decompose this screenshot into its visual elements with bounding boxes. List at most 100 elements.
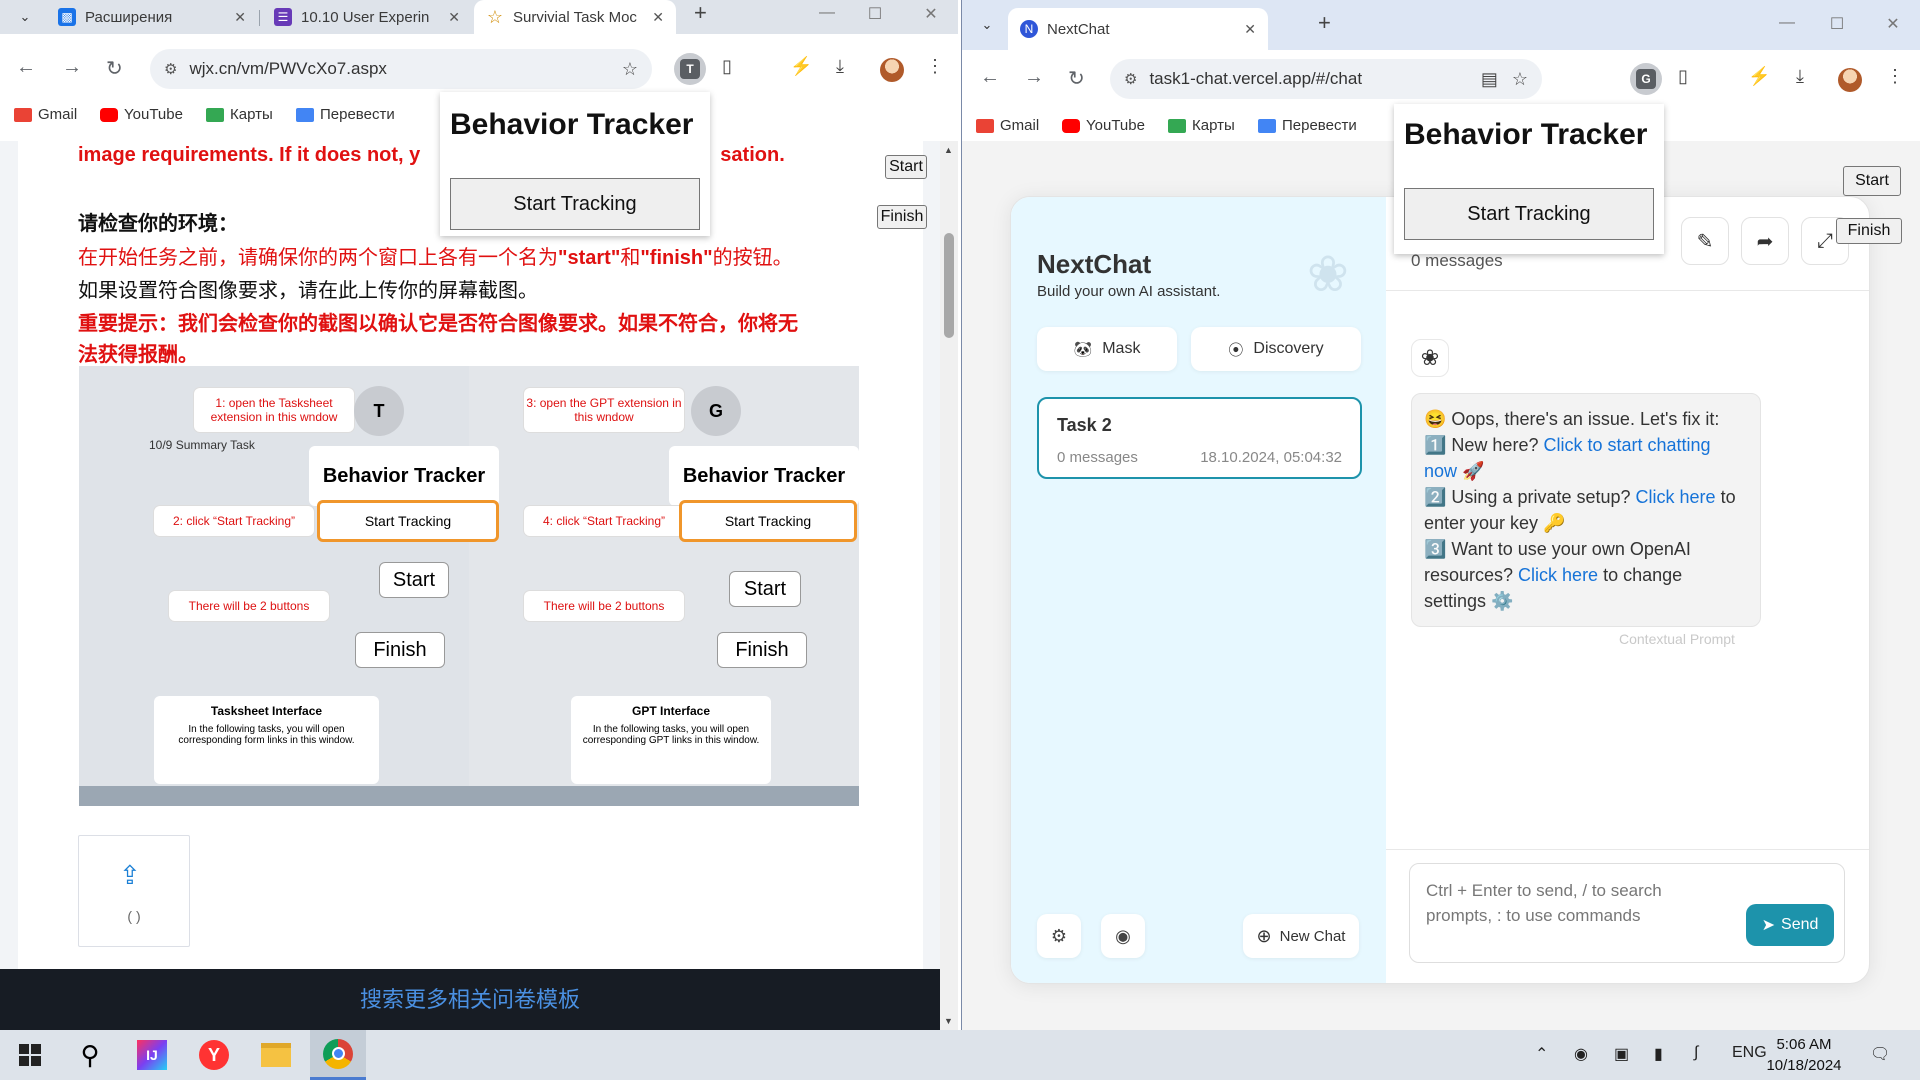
download-icon[interactable]: ⤓ xyxy=(836,56,844,77)
scroll-up-icon[interactable]: ▲ xyxy=(944,145,953,155)
start-button[interactable]: Start xyxy=(885,155,927,179)
footer-search-templates[interactable]: 搜索更多相关问卷模板 xyxy=(0,969,940,1030)
upload-box[interactable]: ⇪ ( ) xyxy=(78,835,190,947)
minimize-button[interactable]: — xyxy=(1762,14,1812,32)
download-icon[interactable]: ⤓ xyxy=(1796,66,1804,87)
example-bt-title-right: Behavior Tracker xyxy=(669,446,859,506)
yandex-browser-icon[interactable]: Y xyxy=(186,1030,242,1080)
wifi-icon[interactable]: ∫ xyxy=(1694,1044,1698,1062)
address-bar[interactable]: ⚙ wjx.cn/vm/PWVcXo7.aspx ☆ xyxy=(150,49,652,89)
site-settings-icon[interactable]: ⚙ xyxy=(1124,70,1137,88)
jetbrains-icon[interactable]: IJ xyxy=(124,1030,180,1080)
close-tab-icon[interactable]: ✕ xyxy=(448,9,460,26)
example-gpt-title: GPT Interface xyxy=(631,704,711,718)
extensions-puzzle-icon[interactable]: ▯ xyxy=(1678,66,1688,87)
start-menu-icon[interactable] xyxy=(2,1030,58,1080)
site-settings-icon[interactable]: ⚙ xyxy=(164,60,177,78)
chat-input[interactable]: Ctrl + Enter to send, / to search prompt… xyxy=(1409,863,1845,963)
profile-avatar[interactable] xyxy=(880,58,904,82)
reload-icon[interactable]: ↻ xyxy=(106,56,123,81)
bookmark-maps[interactable]: Карты xyxy=(206,106,273,123)
bookmark-youtube[interactable]: YouTube xyxy=(1062,117,1145,134)
performance-icon[interactable]: ⚡ xyxy=(790,56,812,77)
battery-icon[interactable]: ▮ xyxy=(1654,1044,1663,1064)
extension-tasksheet-button[interactable]: T xyxy=(674,53,706,85)
chrome-icon[interactable] xyxy=(310,1030,366,1080)
new-tab-button[interactable]: + xyxy=(1318,10,1331,36)
tab-survival-task[interactable]: ☆ Survivial Task Moc ✕ xyxy=(474,0,676,34)
back-icon[interactable]: ← xyxy=(980,66,1000,89)
change-settings-link[interactable]: Click here xyxy=(1518,565,1598,585)
bookmark-youtube[interactable]: YouTube xyxy=(100,106,183,123)
enter-key-link[interactable]: Click here xyxy=(1636,487,1716,507)
close-window-button[interactable]: ✕ xyxy=(1868,14,1918,34)
bookmark-translate[interactable]: Перевести xyxy=(296,106,395,123)
start-tracking-button[interactable]: Start Tracking xyxy=(450,178,700,230)
notifications-icon[interactable]: 🗨 xyxy=(1870,1044,1890,1064)
star-icon: ☆ xyxy=(486,6,504,27)
bookmark-gmail[interactable]: Gmail xyxy=(14,106,77,123)
settings-button[interactable]: ⚙ xyxy=(1037,914,1081,958)
start-tracking-button[interactable]: Start Tracking xyxy=(1404,188,1654,240)
github-button[interactable]: ◉ xyxy=(1101,914,1145,958)
tab-search-chevron-icon[interactable]: ⌄ xyxy=(970,10,1004,40)
close-window-button[interactable]: ✕ xyxy=(906,4,956,24)
chat-session-item[interactable]: Task 2 0 messages 18.10.2024, 05:04:32 xyxy=(1037,397,1362,479)
openai-logo-icon: ❀ xyxy=(1307,246,1349,302)
start-button[interactable]: Start xyxy=(1843,166,1901,196)
menu-kebab-icon[interactable]: ⋮ xyxy=(926,56,944,77)
send-button[interactable]: ➤ Send xyxy=(1746,904,1834,946)
tab-extensions[interactable]: ▩ Расширения ✕ xyxy=(46,0,258,34)
new-tab-button[interactable]: + xyxy=(694,0,707,26)
close-tab-icon[interactable]: ✕ xyxy=(1244,21,1256,38)
nextchat-icon: N xyxy=(1020,20,1038,38)
reload-icon[interactable]: ↻ xyxy=(1068,66,1085,91)
performance-icon[interactable]: ⚡ xyxy=(1748,66,1770,87)
maximize-button[interactable]: ☐ xyxy=(850,4,900,24)
share-button[interactable]: ➦ xyxy=(1741,217,1789,265)
close-tab-icon[interactable]: ✕ xyxy=(234,9,246,26)
back-icon[interactable]: ← xyxy=(16,56,36,79)
profile-avatar[interactable] xyxy=(1838,68,1862,92)
tab-user-experiment[interactable]: ☰ 10.10 User Experin ✕ xyxy=(262,0,472,34)
file-explorer-icon[interactable] xyxy=(248,1030,304,1080)
finish-button[interactable]: Finish xyxy=(877,205,927,229)
bookmark-star-icon[interactable]: ☆ xyxy=(1512,69,1528,90)
close-tab-icon[interactable]: ✕ xyxy=(652,9,664,26)
install-app-icon[interactable]: ▤ xyxy=(1481,69,1498,90)
minimize-button[interactable]: — xyxy=(802,4,852,22)
vertical-scrollbar[interactable]: ▲ ▼ xyxy=(940,141,958,1030)
compass-icon: ⦿ xyxy=(1228,341,1244,359)
mask-button[interactable]: 🐼 Mask xyxy=(1037,327,1177,371)
bookmark-gmail[interactable]: Gmail xyxy=(976,117,1039,134)
extensions-puzzle-icon[interactable]: ▯ xyxy=(722,56,732,77)
youtube-icon xyxy=(1062,118,1080,133)
bot-avatar-icon: ❀ xyxy=(1411,339,1449,377)
search-icon[interactable]: ⚲ xyxy=(62,1030,118,1080)
menu-kebab-icon[interactable]: ⋮ xyxy=(1886,66,1904,87)
forward-icon[interactable]: → xyxy=(62,56,82,79)
address-bar[interactable]: ⚙ task1-chat.vercel.app/#/chat ▤ ☆ xyxy=(1110,59,1542,99)
send-icon: ➤ xyxy=(1761,917,1776,934)
discovery-button[interactable]: ⦿ Discovery xyxy=(1191,327,1361,371)
scroll-down-icon[interactable]: ▼ xyxy=(944,1016,953,1026)
taskbar-clock[interactable]: 5:06 AM 10/18/2024 xyxy=(1754,1034,1854,1076)
extension-gpt-button[interactable]: G xyxy=(1630,63,1662,95)
tab-nextchat[interactable]: N NextChat ✕ xyxy=(1008,8,1268,50)
tray-device-icon[interactable]: ▣ xyxy=(1614,1044,1629,1064)
bookmark-star-icon[interactable]: ☆ xyxy=(622,59,638,80)
scroll-thumb[interactable] xyxy=(944,233,954,338)
new-chat-button[interactable]: ⊕ New Chat xyxy=(1243,914,1359,958)
bookmark-translate[interactable]: Перевести xyxy=(1258,117,1357,134)
finish-button[interactable]: Finish xyxy=(1836,218,1902,244)
maximize-button[interactable]: ☐ xyxy=(1812,14,1862,34)
edit-button[interactable]: ✎ xyxy=(1681,217,1729,265)
forward-icon[interactable]: → xyxy=(1024,66,1044,89)
bookmark-maps[interactable]: Карты xyxy=(1168,117,1235,134)
tray-app-icon[interactable]: ◉ xyxy=(1574,1044,1588,1064)
tray-chevron-up-icon[interactable]: ⌃ xyxy=(1535,1044,1548,1064)
tab-search-chevron-icon[interactable]: ⌄ xyxy=(8,2,42,32)
gmail-icon xyxy=(14,107,32,122)
mask-label: Mask xyxy=(1102,340,1141,357)
example-bt-title: Behavior Tracker xyxy=(309,446,499,506)
